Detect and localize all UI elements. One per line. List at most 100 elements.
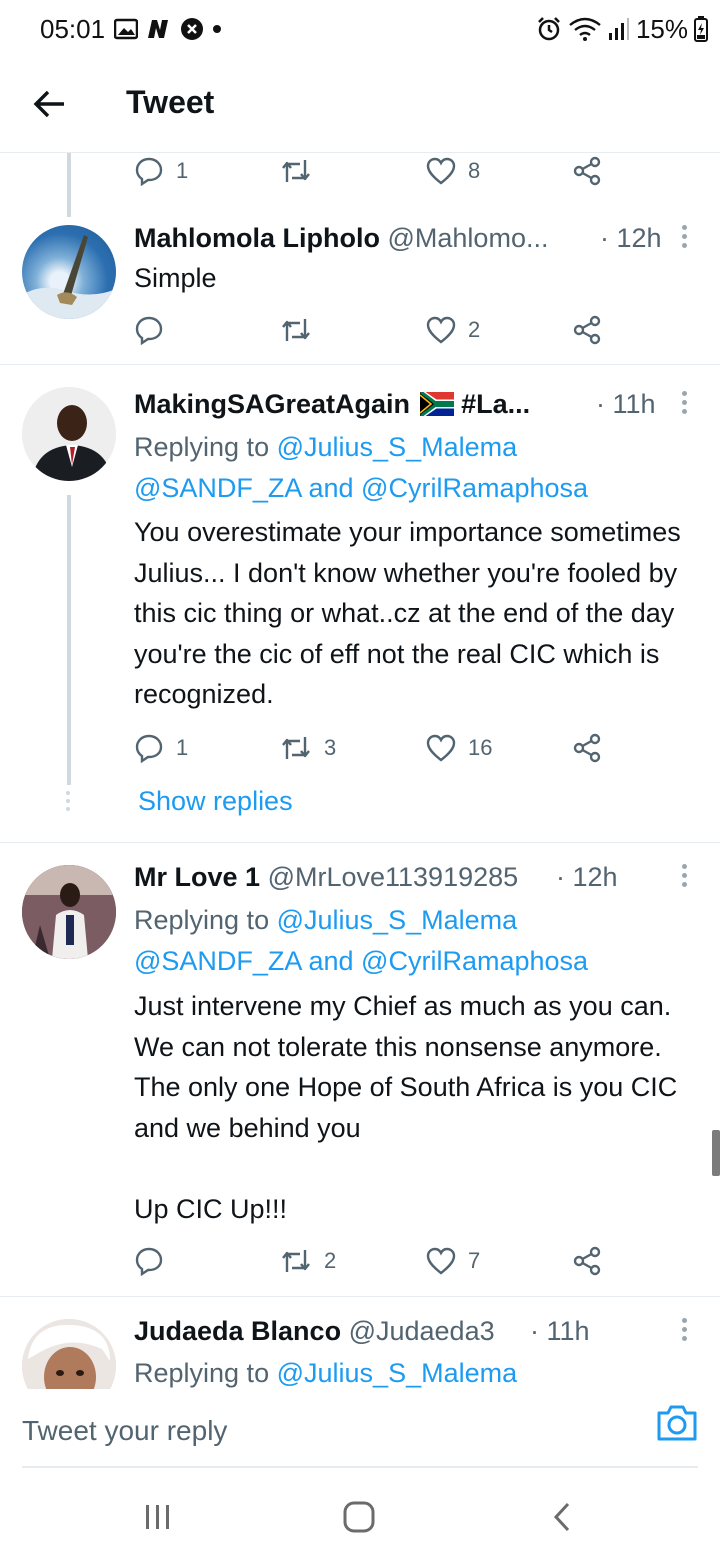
mention-and: and [308, 473, 354, 503]
scrollbar[interactable] [712, 1130, 720, 1176]
replying-to-label: Replying to [134, 905, 270, 935]
author-name-suffix: #La... [461, 389, 531, 419]
like-button[interactable]: 7 [426, 1241, 480, 1281]
author-handle: @Mahlomo... [387, 223, 549, 253]
mention-link[interactable]: @CyrilRamaphosa [361, 946, 588, 976]
retweet-button[interactable]: 2 [280, 1241, 336, 1281]
mention-link[interactable]: @SANDF_ZA [134, 473, 301, 503]
author-handle: @MrLove113919285 [267, 862, 519, 892]
camera-icon[interactable] [656, 1403, 698, 1443]
like-button[interactable]: 2 [426, 310, 480, 350]
reply-composer[interactable]: Tweet your reply [0, 1389, 720, 1467]
mention-link[interactable]: @Julius_S_Malema [277, 1358, 518, 1388]
reply-button[interactable] [134, 1241, 176, 1281]
reply-button[interactable]: 1 [134, 153, 188, 191]
author-name[interactable]: Mr Love 1 [134, 862, 260, 892]
share-icon [573, 156, 601, 186]
tweet-actions: 1 8 [134, 153, 614, 191]
author-name[interactable]: Mahlomola Lipholo [134, 223, 380, 253]
retweet-count: 3 [324, 735, 337, 760]
reply-divider [22, 1466, 698, 1468]
share-icon [573, 1246, 601, 1276]
status-system-icons: 15% [536, 14, 708, 44]
tweet-header: MakingSAGreatAgain #La... [134, 386, 530, 422]
reply-count: 1 [176, 158, 189, 183]
more-icon[interactable] [676, 1318, 692, 1348]
replying-to: Replying to @Julius_S_Malema @SANDF_ZA a… [134, 427, 588, 509]
more-icon[interactable] [676, 391, 692, 421]
like-button[interactable]: 16 [426, 728, 492, 768]
page-title: Tweet [126, 84, 215, 120]
tweet-text: Simple [134, 263, 217, 293]
tweet-time: · 12h [556, 862, 618, 892]
reply-icon [135, 157, 163, 186]
gallery-icon [114, 18, 138, 40]
back-nav-icon[interactable] [550, 1500, 574, 1534]
thread-dots [66, 791, 70, 813]
dot-icon [213, 25, 221, 33]
divider [0, 1296, 720, 1297]
like-button[interactable]: 8 [426, 153, 480, 191]
avatar[interactable] [22, 865, 116, 959]
status-bar: 05:01 15% [0, 0, 720, 58]
blocked-app-icon [181, 18, 203, 40]
reply-icon [135, 316, 163, 345]
like-count: 7 [468, 1248, 481, 1273]
retweet-count: 2 [324, 1248, 337, 1273]
status-time: 05:01 [40, 14, 106, 44]
retweet-icon [282, 319, 310, 341]
reply-button[interactable] [134, 310, 176, 350]
like-count: 2 [468, 317, 481, 342]
tweet-text: You overestimate your importance sometim… [134, 517, 689, 709]
battery-charging-icon [694, 16, 708, 42]
replying-to: Replying to @Julius_S_Malema [134, 1353, 517, 1389]
home-icon[interactable] [342, 1500, 376, 1534]
tweet-header: Mahlomola Lipholo @Mahlomo... [134, 220, 548, 256]
tweet-header: Judaeda Blanco @Judaeda3 [134, 1313, 495, 1349]
battery-percent: 15% [635, 13, 688, 44]
retweet-button[interactable]: 3 [280, 728, 336, 768]
mention-link[interactable]: @CyrilRamaphosa [361, 473, 588, 503]
mention-link[interactable]: @SANDF_ZA [134, 946, 301, 976]
tweet-time: · 12h [600, 223, 662, 253]
recents-icon[interactable] [143, 1500, 173, 1534]
more-icon[interactable] [676, 225, 692, 255]
avatar[interactable] [22, 387, 116, 481]
reply-count: 1 [176, 735, 189, 760]
retweet-icon [282, 160, 310, 182]
replying-to-label: Replying to [134, 1358, 270, 1388]
divider [0, 842, 720, 843]
tweet-actions: 1 3 16 [134, 728, 614, 768]
like-icon [426, 734, 456, 762]
back-arrow-icon[interactable] [32, 86, 68, 122]
retweet-button[interactable] [280, 153, 324, 191]
wifi-icon [569, 17, 601, 41]
retweet-icon [282, 1250, 310, 1272]
retweet-button[interactable] [280, 310, 324, 350]
show-replies-link[interactable]: Show replies [138, 786, 293, 817]
author-name[interactable]: Judaeda Blanco [134, 1316, 341, 1346]
mention-link[interactable]: @Julius_S_Malema [277, 432, 518, 462]
app-header: Tweet [0, 58, 720, 153]
reply-feed[interactable]: 1 8 Mahlomola Lipholo @Mahlomo... · 12h … [0, 153, 720, 1389]
avatar[interactable] [22, 1319, 116, 1389]
author-name[interactable]: MakingSAGreatAgain [134, 389, 410, 419]
share-icon [573, 733, 601, 763]
replying-to-label: Replying to [134, 432, 270, 462]
more-icon[interactable] [676, 864, 692, 894]
reply-icon [135, 1247, 163, 1276]
like-count: 8 [468, 158, 481, 183]
avatar[interactable] [22, 225, 116, 319]
news-icon [148, 20, 168, 38]
reply-input[interactable]: Tweet your reply [22, 1415, 227, 1447]
retweet-icon [282, 737, 310, 759]
share-button[interactable] [572, 153, 602, 191]
mention-link[interactable]: @Julius_S_Malema [277, 905, 518, 935]
share-button[interactable] [572, 310, 602, 350]
share-button[interactable] [572, 728, 602, 768]
share-button[interactable] [572, 1241, 602, 1281]
reply-button[interactable]: 1 [134, 728, 188, 768]
south-africa-flag-icon [419, 390, 456, 418]
alarm-icon [538, 17, 560, 41]
avatar-image [22, 235, 116, 319]
